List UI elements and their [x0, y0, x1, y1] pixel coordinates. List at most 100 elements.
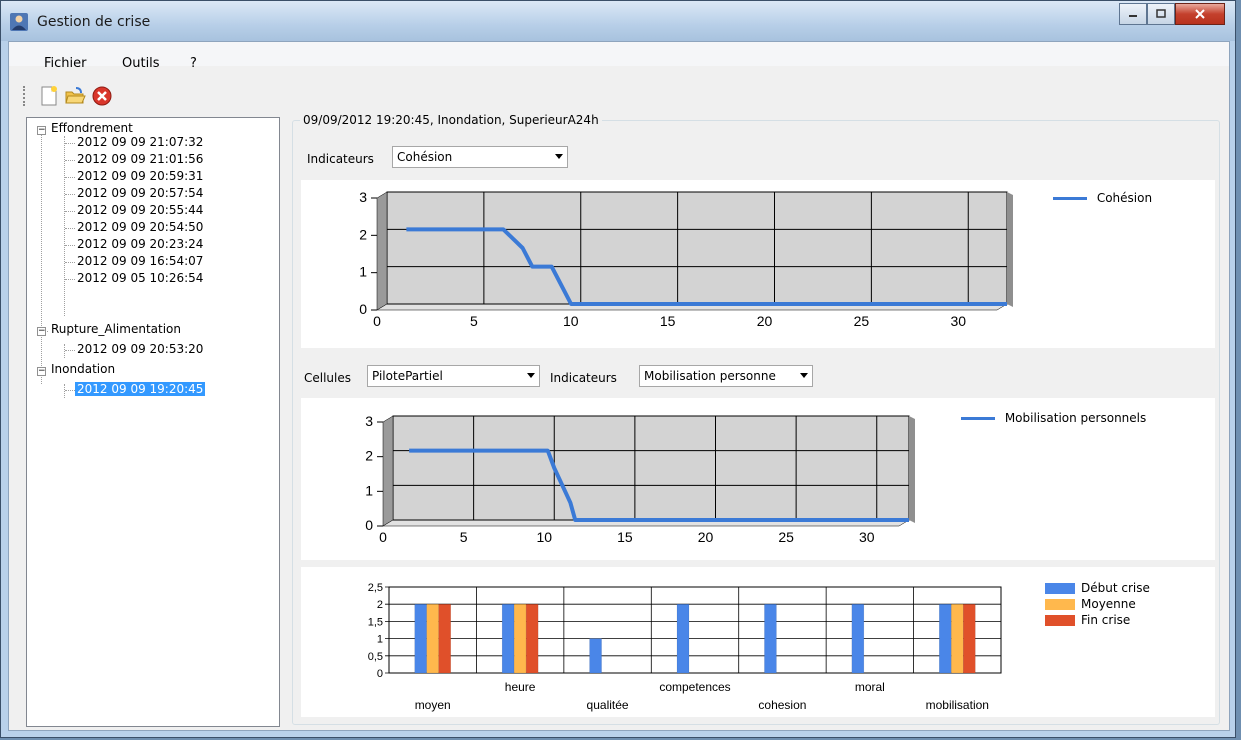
session-tree[interactable]: − Effondrement 2012 09 09 21:07:32 2012 …	[26, 117, 280, 727]
indicateurs-select[interactable]: Cohésion	[392, 146, 568, 168]
toolbar-grip[interactable]	[23, 86, 28, 106]
minimize-icon	[1129, 15, 1137, 17]
plot-area	[392, 415, 910, 521]
x-tick-label: 10	[536, 529, 552, 545]
x-tick-label: 15	[660, 313, 676, 329]
y-tick-label: 2	[359, 226, 367, 242]
close-red-icon[interactable]	[91, 85, 113, 107]
x-tick-label: 20	[698, 529, 714, 545]
open-folder-icon[interactable]	[64, 85, 86, 107]
legend-item: Mobilisation personnels	[961, 411, 1146, 425]
menu-fichier[interactable]: Fichier	[44, 56, 87, 71]
tree-group-effondrement[interactable]: Effondrement	[51, 121, 133, 135]
x-tick-label: moyen	[415, 698, 451, 712]
new-document-icon[interactable]	[38, 85, 60, 107]
legend-swatch	[1045, 583, 1075, 594]
y-tick-label: 0	[377, 668, 383, 680]
bar	[414, 603, 427, 674]
tree-item[interactable]: 2012 09 05 10:26:54	[77, 271, 203, 285]
chevron-down-icon	[555, 154, 563, 159]
indicateurs2-select[interactable]: Mobilisation personne	[639, 365, 813, 387]
app-icon	[10, 13, 28, 31]
legend-swatch	[961, 417, 995, 420]
toolbar	[9, 82, 1229, 114]
bar	[764, 603, 777, 674]
menu-help[interactable]: ?	[190, 56, 197, 71]
bar	[951, 603, 964, 674]
y-tick-label: 1	[359, 264, 367, 280]
plot-right-edge	[909, 416, 915, 523]
minimize-button[interactable]	[1119, 3, 1147, 25]
legend-label: Mobilisation personnels	[1004, 411, 1147, 425]
title-bar[interactable]: Gestion de crise	[1, 1, 1235, 41]
x-tick-label: heure	[505, 680, 536, 694]
x-tick-label: 0	[379, 529, 387, 545]
menu-outils[interactable]: Outils	[122, 56, 160, 71]
bar	[676, 603, 690, 674]
indicateurs-select-value: Cohésion	[397, 150, 453, 164]
chevron-down-icon	[800, 373, 808, 378]
legend-swatch	[1045, 615, 1075, 626]
bar-legend: Début crise Moyenne Fin crise	[1045, 580, 1150, 628]
cohesion-chart: 0 1 2 3 0 5 10 15 20 25 30 Cohésion	[301, 180, 1215, 348]
bar	[963, 603, 976, 674]
cellules-select[interactable]: PilotePartiel	[367, 365, 540, 387]
tree-item[interactable]: 2012 09 09 20:55:44	[77, 203, 203, 217]
menu-bar: Fichier Outils ?	[9, 42, 1229, 71]
bar	[851, 603, 865, 674]
tree-item[interactable]: 2012 09 09 20:57:54	[77, 186, 203, 200]
tree-item[interactable]: 2012 09 09 21:01:56	[77, 152, 203, 166]
x-tick-label: 5	[460, 529, 468, 545]
tree-item[interactable]: 2012 09 09 20:59:31	[77, 169, 203, 183]
legend-item: Cohésion	[1053, 191, 1152, 205]
tree-item[interactable]: 2012 09 09 21:07:32	[77, 135, 203, 149]
legend-label: Cohésion	[1096, 191, 1153, 205]
collapse-icon[interactable]: −	[37, 126, 46, 135]
legend-label: Moyenne	[1081, 597, 1136, 611]
tree-item[interactable]: 2012 09 09 20:53:20	[77, 342, 203, 356]
chevron-down-icon	[527, 373, 535, 378]
maximize-button[interactable]	[1147, 3, 1175, 25]
legend-label: Début crise	[1081, 581, 1150, 595]
cohesion-chart-svg: 01230 5 10 15 20 25 30	[359, 189, 1013, 329]
x-tick-label: moral	[855, 680, 885, 694]
y-tick-label: 1	[365, 482, 373, 498]
window-title: Gestion de crise	[37, 14, 151, 30]
x-tick-label: competences	[659, 680, 730, 694]
bar	[438, 603, 451, 674]
x-tick-label: 20	[757, 313, 773, 329]
bar	[426, 603, 439, 674]
legend-label: Fin crise	[1081, 613, 1131, 627]
legend-item: Moyenne	[1045, 596, 1150, 612]
collapse-icon[interactable]: −	[37, 327, 46, 336]
tree-item-selected[interactable]: 2012 09 09 19:20:45	[75, 382, 206, 396]
x-tick-label: 15	[617, 529, 633, 545]
collapse-icon[interactable]: −	[37, 367, 46, 376]
x-tick-label: 10	[563, 313, 579, 329]
x-tick-label: 25	[854, 313, 870, 329]
tree-item[interactable]: 2012 09 09 20:54:50	[77, 220, 203, 234]
x-tick-label: mobilisation	[926, 698, 989, 712]
x-tick-label: 25	[778, 529, 794, 545]
session-title: 09/09/2012 19:20:45, Inondation, Superie…	[300, 113, 602, 127]
tree-group-inondation[interactable]: Inondation	[51, 362, 115, 376]
y-tick-label: 0	[359, 301, 367, 317]
y-tick-label: 2	[365, 448, 373, 464]
tree-item[interactable]: 2012 09 09 16:54:07	[77, 254, 203, 268]
legend-item: Fin crise	[1045, 612, 1150, 628]
app-window: Gestion de crise Fichier Outils ? − Effo…	[0, 0, 1236, 738]
plot-right-edge	[1007, 192, 1013, 307]
x-tick-label: 0	[373, 313, 381, 329]
mobilisation-chart: 0 1 2 3 0 5 10 15 20 25 30 Mobilisation personnels	[301, 398, 1215, 560]
tree-group-rupture-alimentation[interactable]: Rupture_Alimentation	[51, 322, 181, 336]
cellules-label: Cellules	[304, 371, 352, 385]
bar	[501, 603, 515, 674]
close-button[interactable]	[1175, 3, 1225, 25]
plot-area	[388, 586, 1002, 674]
y-tick-label: 0,5	[368, 651, 383, 663]
y-tick-label: 0	[365, 517, 373, 533]
y-tick-label: 2,5	[368, 582, 383, 594]
legend-swatch	[1053, 197, 1087, 200]
indicateurs-label: Indicateurs	[307, 152, 374, 166]
tree-item[interactable]: 2012 09 09 20:23:24	[77, 237, 203, 251]
